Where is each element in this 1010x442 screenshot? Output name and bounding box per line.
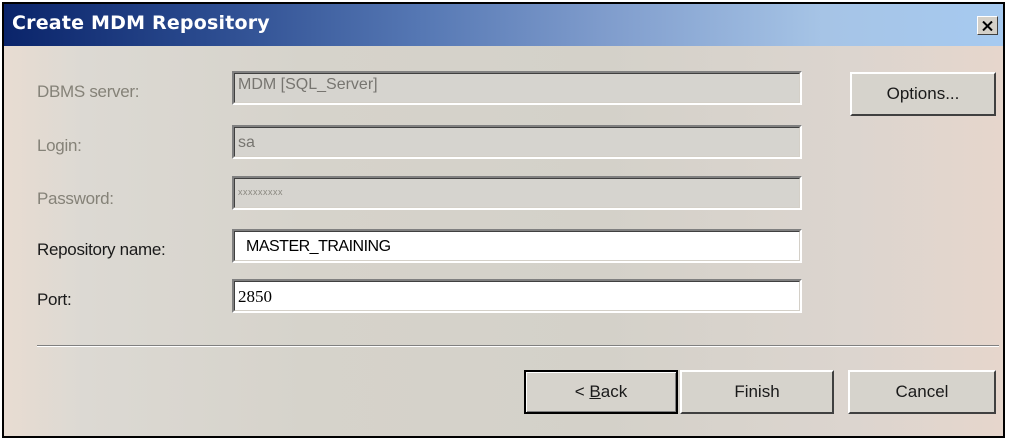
separator bbox=[37, 345, 999, 347]
password-value: xxxxxxxxx bbox=[238, 187, 283, 197]
close-icon bbox=[982, 20, 993, 31]
options-button-label: Options... bbox=[886, 84, 960, 103]
dbms-server-label: DBMS server: bbox=[37, 82, 140, 101]
options-button[interactable]: Options... bbox=[850, 72, 996, 116]
port-label: Port: bbox=[37, 290, 72, 309]
finish-button[interactable]: Finish bbox=[680, 370, 834, 414]
back-button[interactable]: < Back bbox=[524, 370, 678, 414]
create-mdm-repository-dialog: Create MDM Repository DBMS server: MDM [… bbox=[2, 2, 1005, 438]
title-bar: Create MDM Repository bbox=[4, 4, 1003, 46]
repository-name-input[interactable]: MASTER_TRAINING bbox=[232, 229, 802, 263]
dbms-server-field: MDM [SQL_Server] bbox=[232, 71, 802, 105]
cancel-button[interactable]: Cancel bbox=[848, 370, 996, 414]
finish-button-label: Finish bbox=[734, 382, 780, 401]
dbms-server-value: MDM [SQL_Server] bbox=[238, 76, 378, 93]
port-value: 2850 bbox=[238, 287, 272, 306]
close-button[interactable] bbox=[977, 16, 998, 35]
repository-name-value: MASTER_TRAINING bbox=[246, 238, 391, 255]
password-field: xxxxxxxxx bbox=[232, 176, 802, 210]
back-button-label: < Back bbox=[574, 382, 628, 401]
window-title: Create MDM Repository bbox=[12, 12, 270, 34]
password-label: Password: bbox=[37, 189, 114, 208]
cancel-button-label: Cancel bbox=[895, 382, 949, 401]
port-input[interactable]: 2850 bbox=[232, 279, 802, 313]
repository-name-label: Repository name: bbox=[37, 240, 166, 259]
login-value: sa bbox=[238, 134, 255, 151]
login-label: Login: bbox=[37, 136, 82, 155]
login-field: sa bbox=[232, 125, 802, 159]
